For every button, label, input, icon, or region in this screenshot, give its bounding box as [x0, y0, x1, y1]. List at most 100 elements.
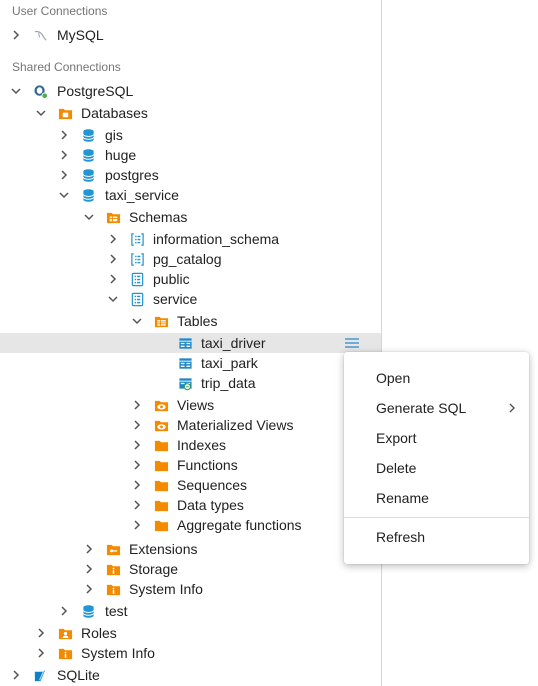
- tree-label: taxi_park: [201, 355, 258, 371]
- chevron-right-icon[interactable]: [107, 249, 119, 269]
- views-folder-icon: [153, 397, 169, 413]
- mysql-dolphin-icon: [32, 27, 48, 43]
- tree-label: Materialized Views: [177, 417, 294, 433]
- tree-node-system-info[interactable]: System Info: [0, 643, 381, 663]
- tree-label: Tables: [177, 313, 218, 329]
- tree-label: Views: [177, 397, 215, 413]
- chevron-right-icon[interactable]: [131, 415, 143, 435]
- menu-item-label: Open: [376, 370, 411, 386]
- materialized-views-folder-icon: [153, 417, 169, 433]
- chevron-down-icon[interactable]: [35, 103, 47, 123]
- tree-node-sequences[interactable]: Sequences: [0, 475, 381, 495]
- chevron-right-icon[interactable]: [83, 559, 95, 579]
- menu-item-label: Rename: [376, 490, 429, 506]
- tree-label: public: [153, 271, 190, 287]
- chevron-right-icon[interactable]: [131, 395, 143, 415]
- tree-node-pg-catalog[interactable]: pg_catalog: [0, 249, 381, 269]
- tree-node-databases[interactable]: Databases: [0, 103, 381, 123]
- tables-folder-icon: [153, 313, 169, 329]
- chevron-right-icon[interactable]: [58, 125, 70, 145]
- tree-node-trip-data[interactable]: trip_data: [0, 373, 381, 393]
- chevron-right-icon[interactable]: [131, 435, 143, 455]
- tree-node-taxi-park[interactable]: taxi_park: [0, 353, 381, 373]
- tree-label: Databases: [81, 105, 148, 121]
- menu-item-export[interactable]: Export: [344, 424, 529, 452]
- database-icon: [80, 127, 96, 143]
- system-schema-icon: [129, 251, 145, 267]
- tree-node-aggregate-functions[interactable]: Aggregate functions: [0, 515, 381, 535]
- tree-node-gis[interactable]: gis: [0, 125, 381, 145]
- schema-icon: [129, 291, 145, 307]
- tree-label: System Info: [81, 645, 155, 661]
- menu-item-delete[interactable]: Delete: [344, 454, 529, 482]
- context-menu: Open Generate SQL Export Delete Rename R…: [344, 352, 529, 564]
- tree-node-taxi-driver[interactable]: taxi_driver: [0, 333, 381, 353]
- chevron-down-icon[interactable]: [107, 289, 119, 309]
- menu-item-rename[interactable]: Rename: [344, 484, 529, 512]
- menu-item-refresh[interactable]: Refresh: [344, 523, 529, 551]
- hamburger-menu-icon[interactable]: [343, 335, 361, 351]
- tree-node-system-info-db[interactable]: System Info: [0, 579, 381, 599]
- chevron-right-icon[interactable]: [35, 623, 47, 643]
- tree-node-functions[interactable]: Functions: [0, 455, 381, 475]
- tree-node-schemas[interactable]: Schemas: [0, 207, 381, 227]
- tree-label: trip_data: [201, 375, 256, 391]
- tree-node-indexes[interactable]: Indexes: [0, 435, 381, 455]
- chevron-right-icon[interactable]: [83, 579, 95, 599]
- tree-node-taxi-service[interactable]: taxi_service: [0, 185, 381, 205]
- chevron-right-icon[interactable]: [107, 229, 119, 249]
- tree-label: taxi_driver: [201, 335, 266, 351]
- menu-item-open[interactable]: Open: [344, 364, 529, 392]
- chevron-down-icon[interactable]: [83, 207, 95, 227]
- chevron-right-icon[interactable]: [131, 455, 143, 475]
- chevron-down-icon[interactable]: [58, 185, 70, 205]
- menu-item-generate-sql[interactable]: Generate SQL: [344, 394, 529, 422]
- folder-icon: [153, 457, 169, 473]
- tree-node-sqlite[interactable]: SQLite: [0, 665, 381, 685]
- chevron-right-icon[interactable]: [10, 665, 22, 685]
- chevron-right-icon[interactable]: [131, 495, 143, 515]
- tree-node-roles[interactable]: Roles: [0, 623, 381, 643]
- tree-node-huge[interactable]: huge: [0, 145, 381, 165]
- menu-item-label: Export: [376, 430, 417, 446]
- chevron-right-icon[interactable]: [131, 475, 143, 495]
- chevron-right-icon[interactable]: [10, 25, 22, 45]
- chevron-right-icon[interactable]: [83, 539, 95, 559]
- menu-item-label: Delete: [376, 460, 417, 476]
- chevron-right-icon[interactable]: [58, 601, 70, 621]
- user-connections-header: User Connections: [12, 4, 108, 18]
- chevron-right-icon[interactable]: [131, 515, 143, 535]
- tree-node-postgres[interactable]: postgres: [0, 165, 381, 185]
- folder-icon: [153, 477, 169, 493]
- chevron-right-icon[interactable]: [58, 145, 70, 165]
- chevron-down-icon[interactable]: [131, 311, 143, 331]
- table-icon: [177, 335, 193, 351]
- chevron-right-icon[interactable]: [58, 165, 70, 185]
- tree-node-information-schema[interactable]: information_schema: [0, 229, 381, 249]
- tree-label: taxi_service: [105, 187, 179, 203]
- tree-node-tables[interactable]: Tables: [0, 311, 381, 331]
- tree-node-mysql[interactable]: MySQL: [0, 25, 381, 45]
- database-icon: [80, 187, 96, 203]
- tree-node-views[interactable]: Views: [0, 395, 381, 415]
- tree-label: gis: [105, 127, 123, 143]
- tree-node-public[interactable]: public: [0, 269, 381, 289]
- roles-folder-icon: [57, 625, 73, 641]
- chevron-down-icon[interactable]: [10, 81, 22, 101]
- menu-item-label: Generate SQL: [376, 400, 467, 416]
- postgresql-elephant-icon: [32, 83, 48, 99]
- tree-label: Schemas: [129, 209, 188, 225]
- submenu-chevron-right-icon: [509, 403, 515, 413]
- info-folder-icon: [105, 581, 121, 597]
- folder-icon: [153, 517, 169, 533]
- tree-node-storage[interactable]: Storage: [0, 559, 381, 579]
- chevron-right-icon[interactable]: [35, 643, 47, 663]
- chevron-right-icon[interactable]: [107, 269, 119, 289]
- tree-node-postgresql[interactable]: PostgreSQL: [0, 81, 381, 101]
- tree-node-service[interactable]: service: [0, 289, 381, 309]
- tree-node-data-types[interactable]: Data types: [0, 495, 381, 515]
- tree-node-test[interactable]: test: [0, 601, 381, 621]
- tree-node-extensions[interactable]: Extensions: [0, 539, 381, 559]
- tree-label: Indexes: [177, 437, 227, 453]
- tree-node-materialized-views[interactable]: Materialized Views: [0, 415, 381, 435]
